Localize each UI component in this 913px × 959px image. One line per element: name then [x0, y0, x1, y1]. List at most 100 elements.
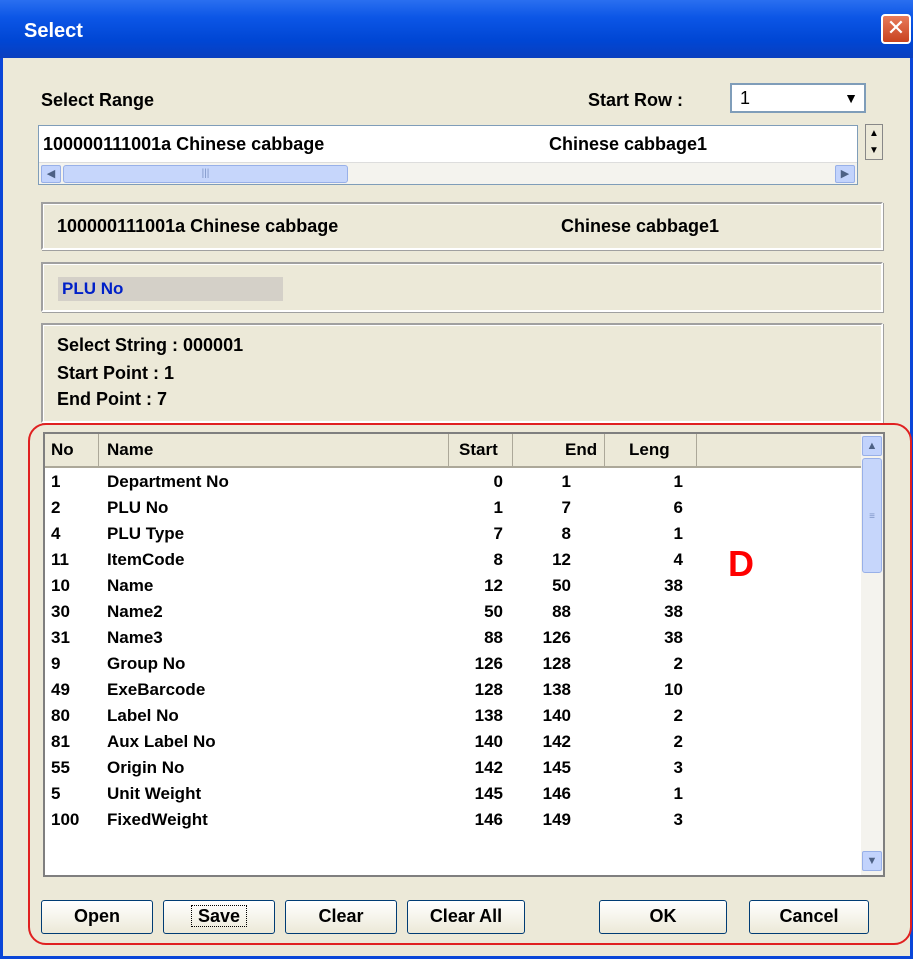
range-item-name[interactable]: Chinese cabbage1	[549, 134, 707, 155]
cell-start: 146	[474, 810, 503, 829]
preview-code: 100000111001a Chinese cabbage	[57, 216, 339, 236]
table-row[interactable]: 100 FixedWeight 146 149 3	[45, 808, 863, 834]
ok-button-label: OK	[649, 906, 677, 926]
cell-no: 4	[51, 524, 61, 543]
cell-leng: 3	[673, 810, 683, 829]
preview-box: 100000111001a Chinese cabbage Chinese ca…	[41, 202, 883, 250]
cell-name: ExeBarcode	[107, 680, 206, 699]
cell-start: 1	[493, 498, 503, 517]
clear-all-button[interactable]: Clear All	[407, 900, 525, 934]
cell-end: 146	[542, 784, 571, 803]
cell-leng: 38	[664, 602, 683, 621]
table-row[interactable]: 9 Group No 126 128 2	[45, 652, 863, 678]
table-row[interactable]: 1 Department No 0 1 1	[45, 470, 863, 496]
annotation-marker: D	[728, 543, 754, 584]
cell-leng: 10	[664, 680, 683, 699]
cell-name: Origin No	[107, 758, 185, 777]
clear-all-button-label: Clear All	[429, 906, 503, 926]
cell-name: PLU No	[107, 498, 169, 517]
table-row[interactable]: 81 Aux Label No 140 142 2	[45, 730, 863, 756]
clear-button[interactable]: Clear	[285, 900, 397, 934]
cell-no: 30	[51, 602, 70, 621]
ok-button[interactable]: OK	[599, 900, 727, 934]
cell-name: Group No	[107, 654, 186, 673]
save-button[interactable]: Save	[163, 900, 275, 934]
cell-start: 126	[474, 654, 503, 673]
cell-leng: 38	[664, 628, 683, 647]
chevron-down-icon[interactable]: ▼	[839, 86, 863, 110]
range-spinner[interactable]: ▲ ▼	[865, 124, 883, 160]
cancel-button[interactable]: Cancel	[749, 900, 869, 934]
arrow-down-icon[interactable]: ▼	[862, 851, 882, 871]
cell-leng: 2	[673, 654, 683, 673]
cell-end: 7	[561, 498, 571, 517]
range-item-code[interactable]: 100000111001a Chinese cabbage	[43, 134, 324, 155]
save-button-label: Save	[190, 905, 248, 927]
table-row[interactable]: 5 Unit Weight 145 146 1	[45, 782, 863, 808]
cell-leng: 3	[673, 758, 683, 777]
table-row[interactable]: 55 Origin No 142 145 3	[45, 756, 863, 782]
cell-leng: 2	[673, 706, 683, 725]
table-row[interactable]: 49 ExeBarcode 128 138 10	[45, 678, 863, 704]
cell-start: 142	[474, 758, 503, 777]
table-row[interactable]: 31 Name3 88 126 38	[45, 626, 863, 652]
open-button[interactable]: Open	[41, 900, 153, 934]
cell-end: 145	[542, 758, 571, 777]
cell-start: 88	[484, 628, 503, 647]
vertical-scrollbar[interactable]: ▲ ≡ ▼	[861, 434, 883, 875]
field-table[interactable]: No Name Start End Leng 1 Department No 0 1 1…	[43, 432, 885, 877]
cell-start: 7	[493, 524, 503, 543]
cell-end: 126	[542, 628, 571, 647]
scroll-thumb[interactable]: |||	[63, 165, 348, 183]
table-row[interactable]: 2 PLU No 1 7 6	[45, 496, 863, 522]
cell-leng: 6	[673, 498, 683, 517]
cell-no: 10	[51, 576, 70, 595]
column-header-start[interactable]: Start	[449, 434, 513, 468]
arrow-left-icon[interactable]: ◀	[41, 165, 61, 183]
scroll-thumb[interactable]: ≡	[862, 458, 882, 573]
spin-down-icon[interactable]: ▼	[866, 142, 882, 159]
cell-leng: 1	[673, 784, 683, 803]
cell-start: 50	[484, 602, 503, 621]
cell-name: ItemCode	[107, 550, 185, 569]
table-row[interactable]: 30 Name2 50 88 38	[45, 600, 863, 626]
select-dialog: Select ✕ Select Range Start Row : 1 ▼ 10…	[0, 0, 913, 959]
start-row-dropdown[interactable]: 1 ▼	[730, 83, 866, 113]
cell-end: 142	[542, 732, 571, 751]
cell-no: 80	[51, 706, 70, 725]
info-box: Select String : 000001 Start Point : 1 E…	[41, 323, 883, 423]
end-point-text: End Point : 7	[57, 389, 167, 409]
cell-end: 12	[552, 550, 571, 569]
start-point-text: Start Point : 1	[57, 363, 175, 383]
cell-leng: 2	[673, 732, 683, 751]
cell-start: 12	[484, 576, 503, 595]
column-header-blank	[697, 434, 863, 468]
cell-start: 138	[474, 706, 503, 725]
title-bar: Select ✕	[0, 0, 913, 58]
cell-no: 55	[51, 758, 70, 777]
cell-end: 50	[552, 576, 571, 595]
spin-up-icon[interactable]: ▲	[866, 125, 882, 142]
open-button-label: Open	[73, 906, 120, 926]
preview-name: Chinese cabbage1	[561, 216, 720, 236]
column-header-no[interactable]: No	[45, 434, 99, 468]
table-row[interactable]: 80 Label No 138 140 2	[45, 704, 863, 730]
column-header-name[interactable]: Name	[99, 434, 449, 468]
cell-end: 8	[561, 524, 571, 543]
cell-end: 140	[542, 706, 571, 725]
arrow-right-icon[interactable]: ▶	[835, 165, 855, 183]
close-icon[interactable]: ✕	[881, 14, 911, 44]
start-row-value: 1	[740, 88, 751, 108]
cell-name: Aux Label No	[107, 732, 216, 751]
start-row-label: Start Row :	[588, 90, 684, 110]
selected-field: PLU No	[58, 277, 283, 301]
cell-no: 11	[51, 550, 69, 569]
horizontal-scrollbar[interactable]: ◀ ||| ▶	[39, 162, 857, 184]
cell-no: 31	[51, 628, 70, 647]
cell-start: 0	[493, 472, 503, 491]
range-list[interactable]: 100000111001a Chinese cabbage Chinese ca…	[38, 125, 858, 185]
cell-leng: 38	[664, 576, 683, 595]
column-header-end[interactable]: End	[513, 434, 605, 468]
arrow-up-icon[interactable]: ▲	[862, 436, 882, 456]
column-header-leng[interactable]: Leng	[605, 434, 697, 468]
